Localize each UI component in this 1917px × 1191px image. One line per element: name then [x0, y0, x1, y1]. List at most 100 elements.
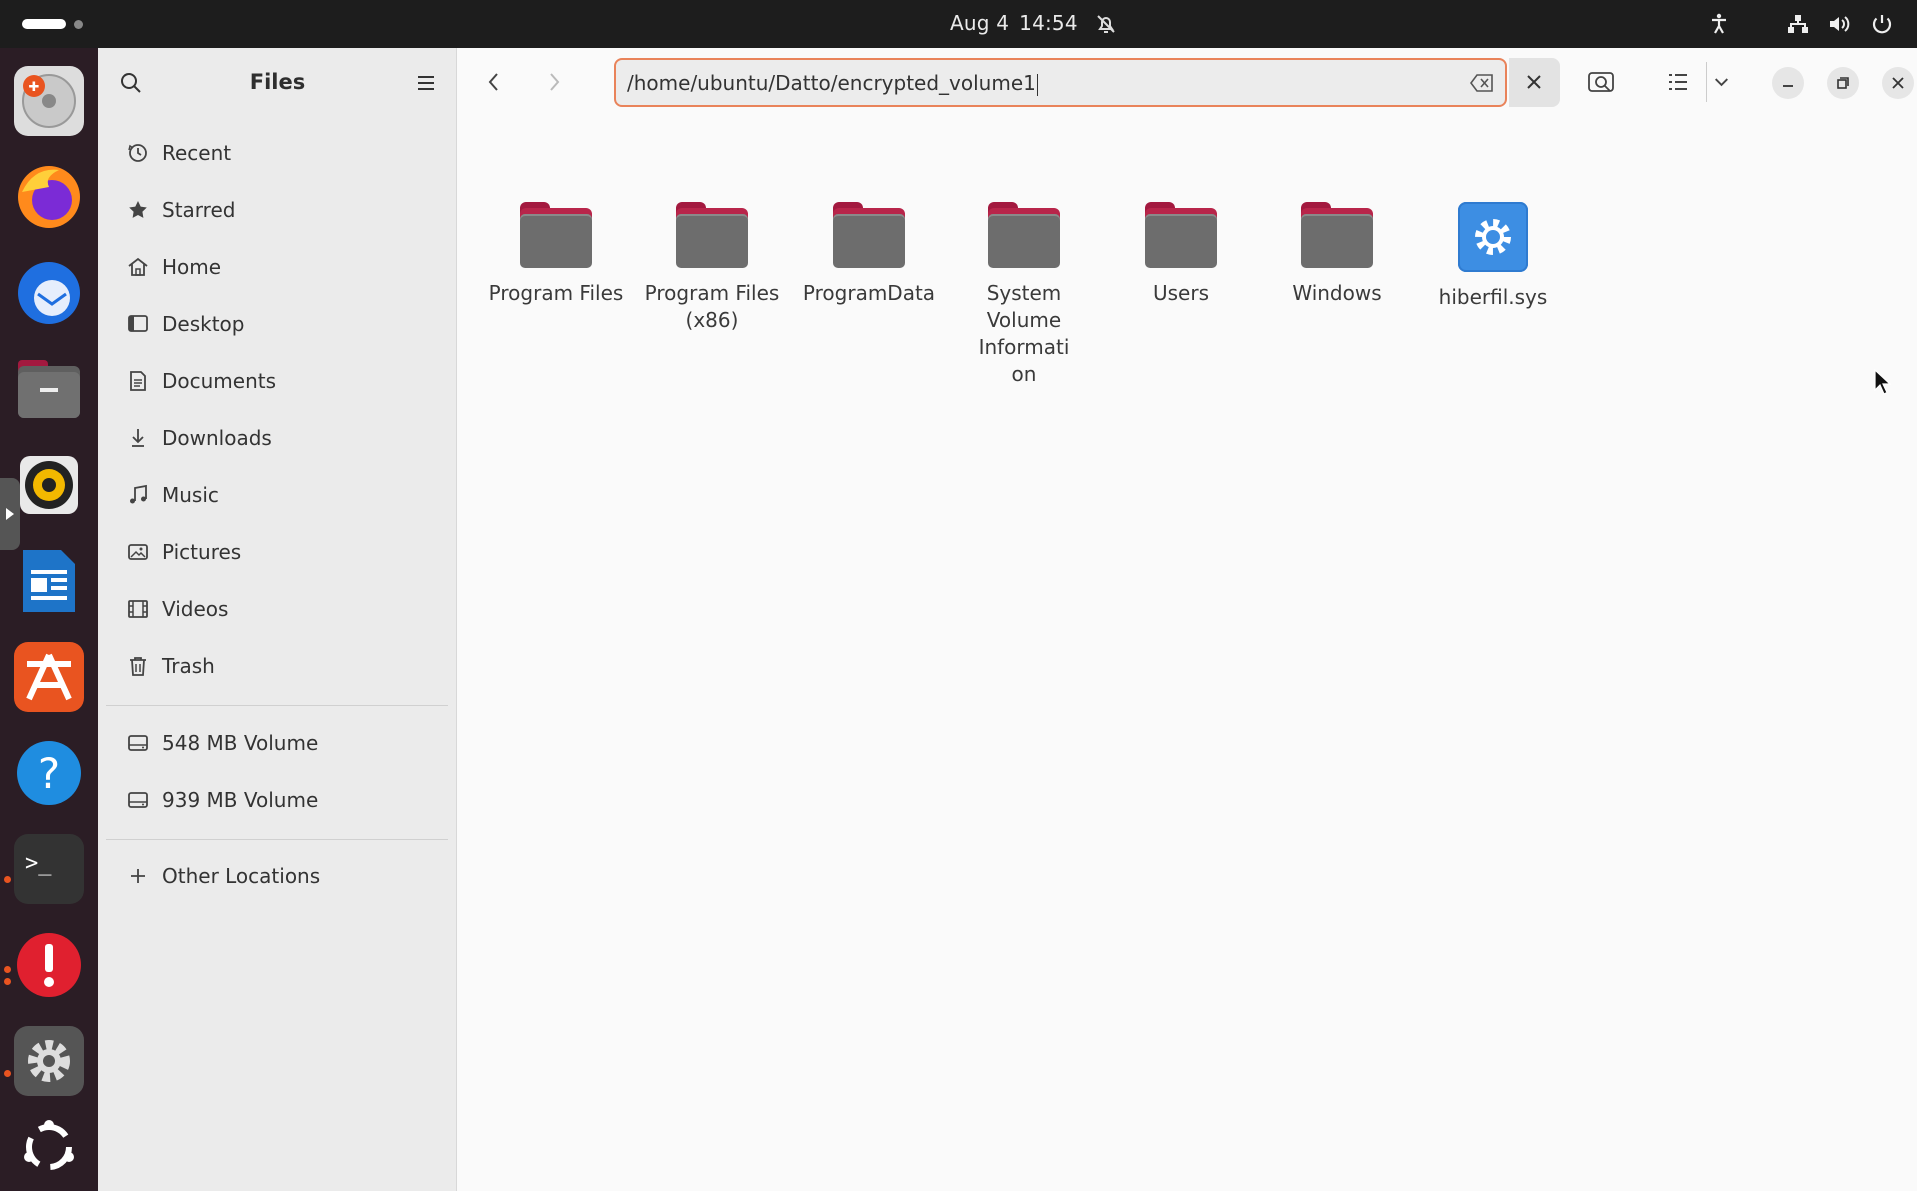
- list-view-icon[interactable]: [1656, 62, 1698, 102]
- sidebar-item-label: Videos: [162, 597, 229, 621]
- terminal-icon[interactable]: >_: [14, 834, 84, 904]
- folder-item[interactable]: Windows: [1262, 202, 1412, 307]
- dock-expand-handle[interactable]: [0, 478, 20, 550]
- accessibility-icon[interactable]: [1707, 12, 1731, 36]
- sidebar-item-pictures[interactable]: Pictures: [106, 527, 446, 577]
- help-icon[interactable]: ?: [14, 738, 84, 808]
- sidebar-item-label: Desktop: [162, 312, 245, 336]
- sidebar: Files Recent Starred Home Desktop Docume…: [98, 48, 457, 1191]
- running-indicator: [4, 966, 11, 973]
- sidebar-item-label: Downloads: [162, 426, 272, 450]
- download-icon: [132, 429, 144, 447]
- network-icon[interactable]: [1786, 12, 1810, 36]
- mouse-cursor-icon: [1874, 368, 1892, 395]
- sidebar-item-home[interactable]: Home: [106, 242, 446, 292]
- thunderbird-icon[interactable]: [14, 258, 84, 328]
- restore-button[interactable]: [1827, 67, 1859, 99]
- svg-text:✚: ✚: [29, 80, 40, 95]
- libreoffice-writer-icon[interactable]: [14, 546, 84, 616]
- forward-button[interactable]: [534, 62, 574, 102]
- file-name: Program Files (x86): [644, 281, 780, 332]
- activities-button[interactable]: [22, 19, 66, 29]
- sidebar-item-label: Recent: [162, 141, 232, 165]
- location-input[interactable]: /home/ubuntu/Datto/encrypted_volume1: [614, 58, 1507, 107]
- sidebar-item-label: Trash: [162, 654, 215, 678]
- sidebar-item-volume-548mb[interactable]: 548 MB Volume: [106, 718, 446, 768]
- clock-date: Aug 4: [950, 11, 1010, 35]
- notifications-muted-icon[interactable]: [1094, 12, 1118, 36]
- sidebar-separator: [106, 839, 448, 840]
- sidebar-item-starred[interactable]: Starred: [106, 185, 446, 235]
- sidebar-item-label: Documents: [162, 369, 277, 393]
- cancel-location-button[interactable]: [1509, 58, 1560, 107]
- desktop-icon: [128, 315, 148, 332]
- disk-usage-analyzer-icon[interactable]: ✚: [14, 66, 84, 136]
- file-item[interactable]: hiberfil.sys: [1418, 202, 1568, 311]
- running-indicator: [4, 876, 11, 883]
- sidebar-item-trash[interactable]: Trash: [106, 641, 446, 691]
- star-icon: [129, 201, 147, 218]
- folder-item[interactable]: ProgramData: [793, 202, 945, 307]
- sidebar-item-documents[interactable]: Documents: [106, 356, 446, 406]
- power-icon[interactable]: [1870, 12, 1894, 36]
- clock-time: 14:54: [1019, 11, 1078, 35]
- search-files-button[interactable]: [1580, 62, 1622, 102]
- sidebar-item-label: Other Locations: [162, 864, 321, 888]
- top-bar: Aug 4 14:54: [0, 0, 1917, 48]
- folder-item[interactable]: Program Files: [481, 202, 631, 307]
- trash-icon: [130, 657, 146, 676]
- volume-icon[interactable]: [1827, 12, 1851, 36]
- video-icon: [128, 600, 148, 618]
- hamburger-menu-icon[interactable]: [414, 71, 438, 95]
- folder-item[interactable]: Users: [1106, 202, 1256, 307]
- sidebar-separator: [106, 705, 448, 706]
- sidebar-item-videos[interactable]: Videos: [106, 584, 446, 634]
- running-indicator: [4, 1070, 11, 1077]
- chevron-down-icon[interactable]: [1706, 62, 1736, 102]
- folder-item[interactable]: System Volume Information: [949, 202, 1099, 388]
- sidebar-item-volume-939mb[interactable]: 939 MB Volume: [106, 775, 446, 825]
- folder-icon: [1301, 202, 1373, 268]
- dock: ✚ ? >_: [0, 48, 98, 1191]
- folder-icon: [676, 202, 748, 268]
- file-name: Users: [1152, 281, 1209, 305]
- sidebar-title: Files: [249, 70, 306, 94]
- clear-text-icon[interactable]: [1469, 72, 1495, 94]
- folder-item[interactable]: Program Files (x86): [637, 202, 787, 334]
- files-window: Files Recent Starred Home Desktop Docume…: [98, 48, 1917, 1191]
- sidebar-item-desktop[interactable]: Desktop: [106, 299, 446, 349]
- document-icon: [130, 371, 146, 391]
- sidebar-item-music[interactable]: Music: [106, 470, 446, 520]
- sidebar-item-other-locations[interactable]: Other Locations: [106, 851, 446, 901]
- close-icon: [1527, 75, 1541, 89]
- minimize-button[interactable]: [1772, 67, 1804, 99]
- gear-icon: [1458, 202, 1528, 272]
- rhythmbox-icon[interactable]: [14, 450, 84, 520]
- back-button[interactable]: [474, 62, 514, 102]
- sidebar-item-label: 548 MB Volume: [162, 731, 319, 755]
- file-name: System Volume Information: [978, 281, 1070, 386]
- music-icon: [130, 484, 147, 504]
- app-center-icon[interactable]: [14, 642, 84, 712]
- folder-icon: [988, 202, 1060, 268]
- minimize-icon: [1783, 85, 1793, 87]
- plus-icon: [131, 869, 145, 883]
- files-icon[interactable]: [14, 354, 84, 424]
- software-updater-icon[interactable]: [14, 930, 84, 1000]
- clock[interactable]: Aug 4 14:54: [950, 11, 1088, 35]
- svg-text:?: ?: [38, 749, 60, 798]
- folder-icon: [520, 202, 592, 268]
- location-input-text: /home/ubuntu/Datto/encrypted_volume1: [627, 71, 1036, 95]
- drive-icon: [128, 792, 148, 808]
- sidebar-item-label: Music: [162, 483, 219, 507]
- file-name: ProgramData: [802, 281, 936, 305]
- sidebar-item-label: Home: [162, 255, 222, 279]
- firefox-icon[interactable]: [14, 162, 84, 232]
- sidebar-item-recent[interactable]: Recent: [106, 128, 446, 178]
- show-apps-icon[interactable]: [14, 1112, 84, 1182]
- sidebar-item-downloads[interactable]: Downloads: [106, 413, 446, 463]
- settings-icon[interactable]: [14, 1026, 84, 1096]
- picture-icon: [128, 544, 148, 560]
- file-view[interactable]: Program Files Program Files (x86) Progra…: [458, 116, 1917, 1191]
- close-window-button[interactable]: [1882, 67, 1914, 99]
